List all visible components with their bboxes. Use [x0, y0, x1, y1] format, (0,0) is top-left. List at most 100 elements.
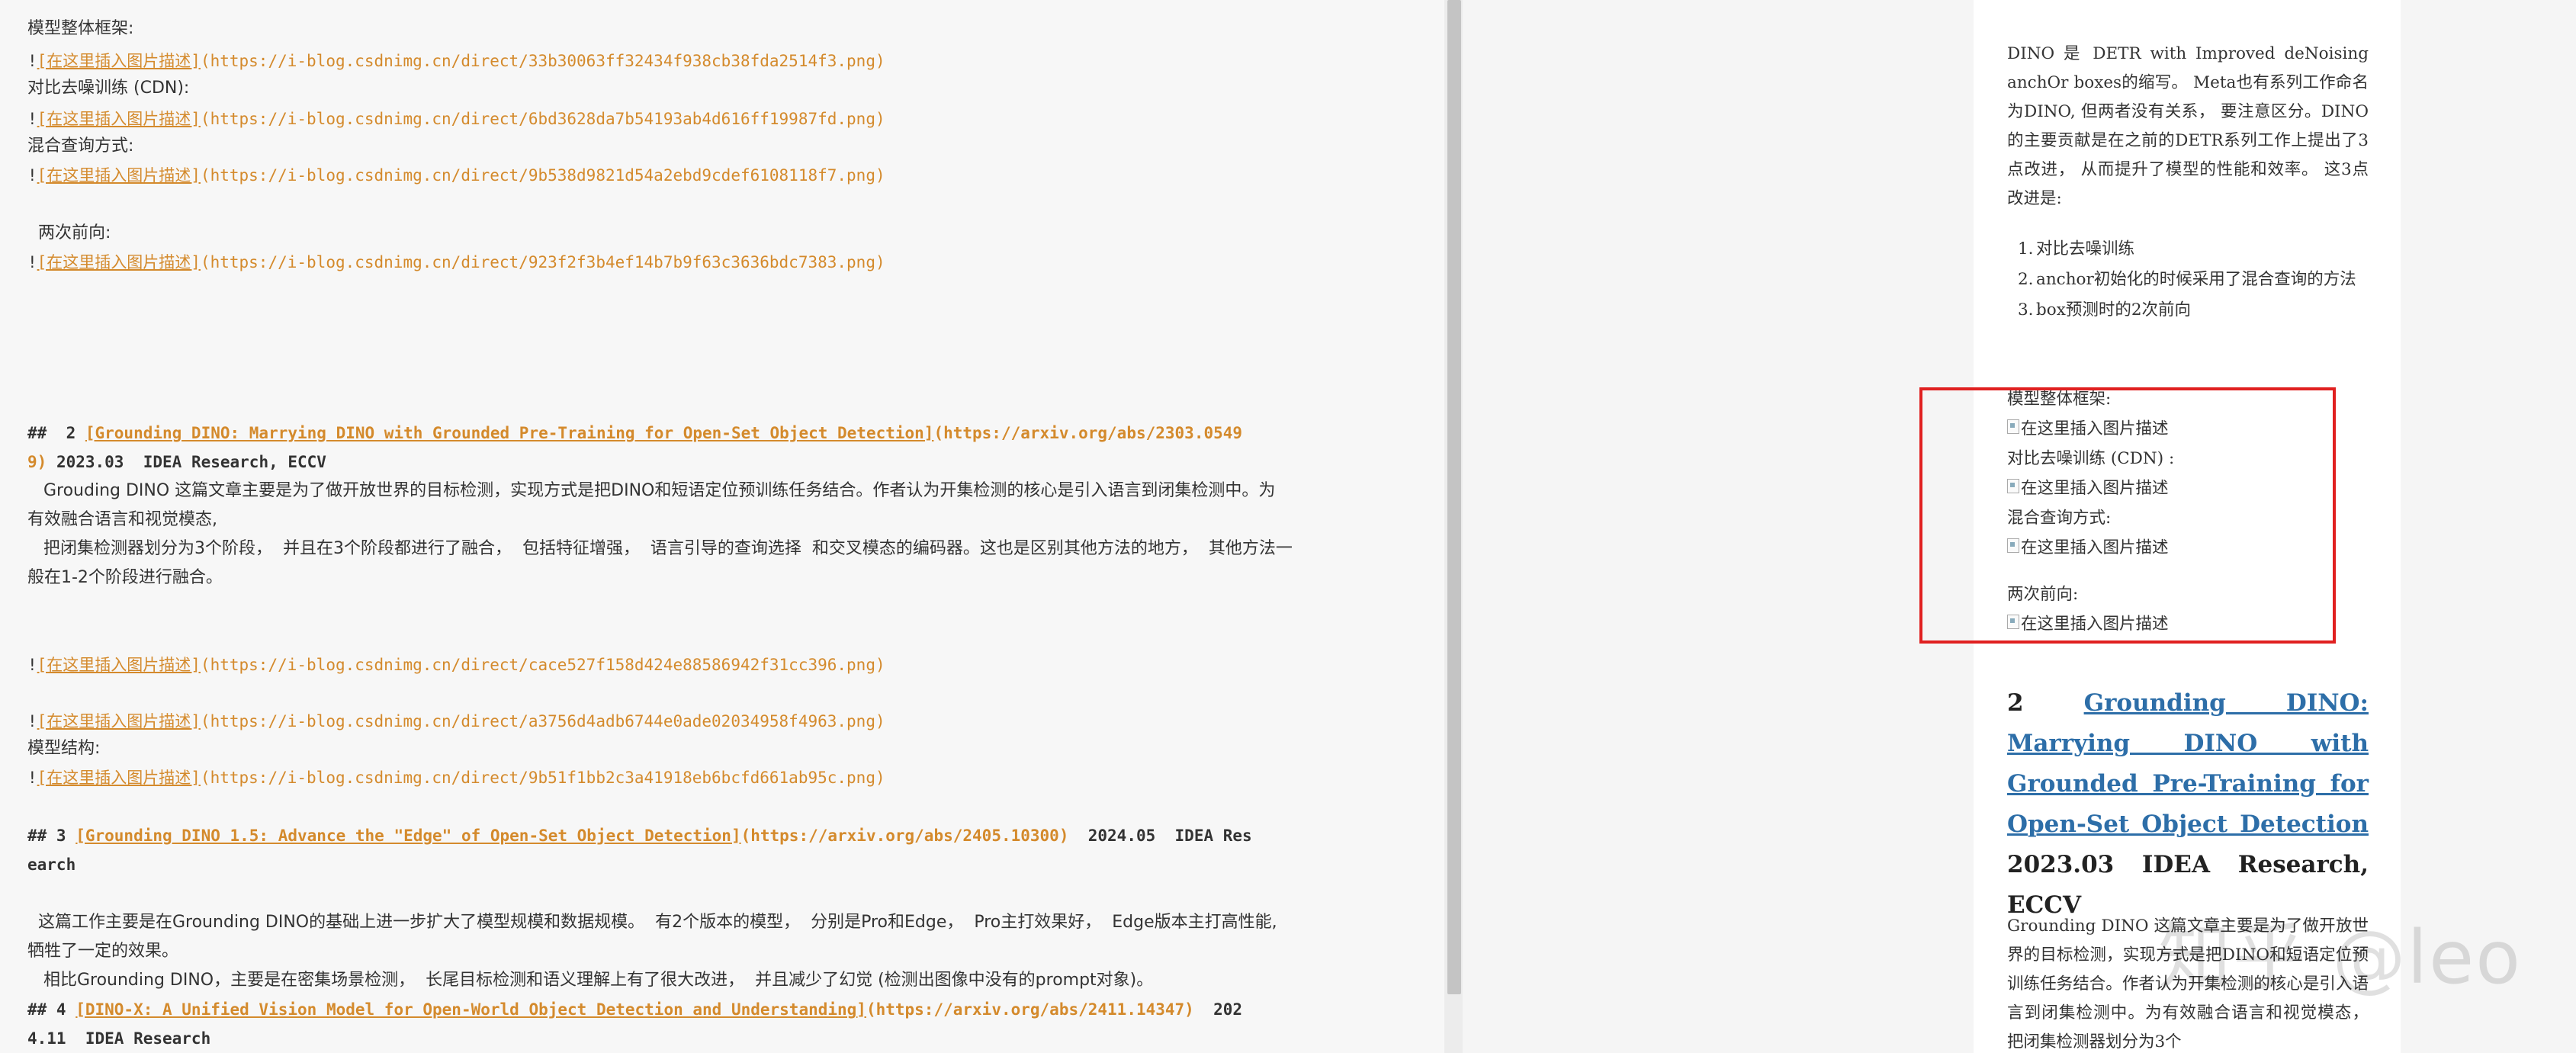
list-number: 2.	[2018, 270, 2034, 289]
list-number: 3.	[2018, 300, 2034, 319]
editor-text: 混合查询方式:	[27, 136, 134, 156]
editor-line[interactable]: 混合查询方式:	[27, 132, 133, 161]
markdown-editor[interactable]: 模型整体框架: ![在这里插入图片描述](https://i-blog.csdni…	[0, 0, 1444, 1053]
editor-line[interactable]: Grouding DINO 这篇文章主要是为了做开放世界的目标检测，实现方式是把…	[27, 477, 1275, 506]
editor-text: 两次前向:	[27, 223, 111, 242]
editor-line[interactable]: ## 2 [Grounding DINO: Marrying DINO with…	[27, 419, 1242, 448]
editor-line[interactable]: ![在这里插入图片描述](https://i-blog.csdnimg.cn/d…	[27, 248, 885, 277]
broken-image[interactable]: 在这里插入图片描述	[2007, 474, 2369, 503]
markdown-link-text: [Grounding DINO: Marrying DINO with Grou…	[85, 424, 934, 442]
editor-line[interactable]: 模型结构:	[27, 734, 100, 763]
editor-line[interactable]: 把闭集检测器划分为3个阶段， 并且在3个阶段都进行了融合， 包括特征增强， 语言…	[27, 535, 1293, 563]
editor-text: !	[27, 253, 37, 271]
editor-line[interactable]: 般在1-2个阶段进行融合。	[27, 563, 223, 592]
editor-text: 把闭集检测器划分为3个阶段， 并且在3个阶段都进行了融合， 包括特征增强， 语言…	[27, 539, 1293, 558]
list-number: 1.	[2018, 239, 2034, 258]
markdown-url: 9)	[27, 453, 47, 471]
markdown-link-text: [在这里插入图片描述]	[37, 656, 201, 674]
section-label: 对比去噪训练 (CDN) :	[2007, 449, 2175, 468]
list-text: 对比去噪训练	[2036, 239, 2135, 258]
editor-text: earch	[27, 856, 76, 874]
markdown-url: (https://i-blog.csdnimg.cn/direct/923f2f…	[200, 253, 885, 271]
broken-image-icon	[2007, 615, 2019, 629]
editor-text: 模型结构:	[27, 739, 101, 758]
markdown-link-text: [DINO-X: A Unified Vision Model for Open…	[75, 1000, 866, 1019]
list-item: 3. box预测时的2次前向	[2007, 296, 2369, 325]
intro-paragraph: DINO 是 DETR with Improved deNoising anch…	[2007, 44, 2369, 208]
markdown-link-text: [在这里插入图片描述]	[37, 769, 201, 787]
editor-text: 202	[1193, 1000, 1243, 1019]
editor-line[interactable]: ## 4 [DINO-X: A Unified Vision Model for…	[27, 995, 1242, 1024]
markdown-url: (https://i-blog.csdnimg.cn/direct/9b51f1…	[200, 769, 885, 787]
editor-text: 般在1-2个阶段进行融合。	[27, 568, 223, 587]
markdown-url: (https://i-blog.csdnimg.cn/direct/a3756d…	[200, 712, 885, 730]
editor-text: ## 2	[27, 424, 85, 442]
editor-line[interactable]: ![在这里插入图片描述](https://i-blog.csdnimg.cn/d…	[27, 47, 885, 75]
markdown-link-text: [在这里插入图片描述]	[37, 712, 201, 730]
editor-line[interactable]: ![在这里插入图片描述](https://i-blog.csdnimg.cn/d…	[27, 650, 885, 679]
broken-image-icon	[2007, 538, 2019, 553]
markdown-link-text: [在这里插入图片描述]	[37, 52, 201, 70]
markdown-url: (https://arxiv.org/abs/2411.14347)	[866, 1000, 1194, 1019]
list-text: anchor初始化的时候采用了混合查询的方法	[2036, 270, 2356, 289]
list-item: 2. anchor初始化的时候采用了混合查询的方法	[2007, 265, 2369, 294]
editor-text: ## 3	[27, 827, 76, 845]
broken-image[interactable]: 在这里插入图片描述	[2007, 414, 2369, 444]
editor-text: !	[27, 166, 37, 185]
editor-text: 对比去噪训练 (CDN):	[27, 79, 190, 98]
editor-line[interactable]: earch	[27, 850, 75, 879]
editor-line[interactable]: ![在这里插入图片描述](https://i-blog.csdnimg.cn/d…	[27, 161, 885, 190]
broken-image-icon	[2007, 479, 2019, 493]
broken-image-icon	[2007, 419, 2019, 434]
editor-text: 相比Grounding DINO，主要是在密集场景检测， 长尾目标检测和语义理解…	[27, 971, 1154, 990]
editor-line[interactable]: 对比去噪训练 (CDN):	[27, 74, 189, 103]
editor-text: 2023.03 IDEA Research, ECCV	[47, 453, 326, 471]
editor-text: !	[27, 769, 37, 787]
editor-line[interactable]: 两次前向:	[27, 219, 111, 248]
image-alt-text: 在这里插入图片描述	[2021, 615, 2169, 634]
markdown-link-text: [在这里插入图片描述]	[37, 166, 201, 185]
editor-line[interactable]: 牺牲了一定的效果。	[27, 937, 178, 966]
image-alt-text: 在这里插入图片描述	[2021, 419, 2169, 438]
editor-text: !	[27, 52, 37, 70]
section-content: 模型整体框架: 在这里插入图片描述 对比去噪训练 (CDN) : 在这里插入图片描述混…	[2007, 384, 2369, 639]
preview-article[interactable]: DINO 是 DETR with Improved deNoising anch…	[1974, 0, 2401, 1053]
editor-text: !	[27, 110, 37, 128]
editor-line[interactable]: ## 3 [Grounding DINO 1.5: Advance the "E…	[27, 821, 1252, 850]
editor-line[interactable]: ![在这里插入图片描述](https://i-blog.csdnimg.cn/d…	[27, 763, 885, 792]
markdown-url: (https://arxiv.org/abs/2303.0549	[933, 424, 1243, 442]
editor-line[interactable]: ![在这里插入图片描述](https://i-blog.csdnimg.cn/d…	[27, 104, 885, 133]
editor-text: !	[27, 656, 37, 674]
markdown-url: (https://i-blog.csdnimg.cn/direct/cace52…	[200, 656, 885, 674]
markdown-url: (https://i-blog.csdnimg.cn/direct/6bd362…	[200, 110, 885, 128]
markdown-link-text: [在这里插入图片描述]	[37, 253, 201, 271]
editor-text: !	[27, 712, 37, 730]
broken-image[interactable]: 在这里插入图片描述	[2007, 533, 2369, 563]
section-label: 模型整体框架:	[2007, 390, 2112, 409]
editor-line[interactable]: 模型整体框架:	[27, 14, 133, 43]
section-heading: 2 Grounding DINO: Marrying DINO with Gro…	[2007, 683, 2369, 926]
editor-line[interactable]: 4.11 IDEA Research	[27, 1024, 210, 1053]
watermark: 知乎 @leo	[2158, 915, 2522, 1000]
editor-text: ## 4	[27, 1000, 76, 1019]
markdown-url: (https://i-blog.csdnimg.cn/direct/9b538d…	[200, 166, 885, 185]
section-label: 两次前向:	[2007, 585, 2079, 604]
editor-text: Grouding DINO 这篇文章主要是为了做开放世界的目标检测，实现方式是把…	[27, 481, 1276, 500]
image-alt-text: 在这里插入图片描述	[2021, 479, 2169, 498]
editor-text: 2024.05 IDEA Res	[1068, 827, 1252, 845]
markdown-url: (https://arxiv.org/abs/2405.10300)	[740, 827, 1069, 845]
editor-line[interactable]: 有效融合语言和视觉模态,	[27, 506, 217, 535]
editor-line[interactable]: 9) 2023.03 IDEA Research, ECCV	[27, 448, 326, 477]
editor-scrollbar-thumb[interactable]	[1447, 0, 1461, 994]
heading-number: 2	[2007, 689, 2084, 717]
editor-text: 模型整体框架:	[27, 19, 134, 38]
broken-image[interactable]: 在这里插入图片描述	[2007, 609, 2369, 639]
editor-text: 4.11 IDEA Research	[27, 1029, 211, 1048]
markdown-link-text: [Grounding DINO 1.5: Advance the "Edge" …	[75, 827, 741, 845]
image-alt-text: 在这里插入图片描述	[2021, 538, 2169, 557]
editor-line[interactable]: 这篇工作主要是在Grounding DINO的基础上进一步扩大了模型规模和数据规…	[27, 908, 1277, 937]
editor-line[interactable]: 相比Grounding DINO，主要是在密集场景检测， 长尾目标检测和语义理解…	[27, 966, 1153, 995]
editor-text: 这篇工作主要是在Grounding DINO的基础上进一步扩大了模型规模和数据规…	[27, 913, 1277, 932]
editor-line[interactable]: ![在这里插入图片描述](https://i-blog.csdnimg.cn/d…	[27, 707, 885, 736]
improvement-list: 1. 对比去噪训练 2. anchor初始化的时候采用了混合查询的方法 3. box预测时…	[2007, 235, 2369, 326]
